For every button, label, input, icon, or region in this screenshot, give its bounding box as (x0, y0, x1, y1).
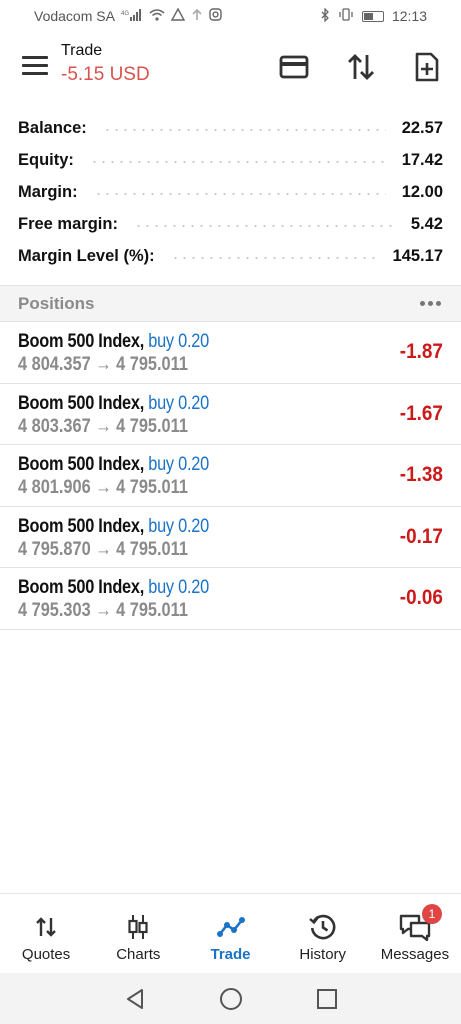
position-prices: 4 801.906 → 4 795.011 (18, 477, 188, 498)
vibrate-icon (338, 8, 354, 24)
messages-badge: 1 (421, 904, 442, 924)
position-prices: 4 795.870 → 4 795.011 (18, 538, 188, 560)
upload-icon (191, 8, 203, 24)
position-profit: -1.87 (399, 340, 443, 363)
home-icon[interactable] (218, 986, 244, 1012)
position-row[interactable]: Boom 500 Index, buy 0.20 4 804.357 → 4 7… (0, 322, 461, 384)
position-row[interactable]: Boom 500 Index, buy 0.20 4 803.367 → 4 7… (0, 384, 461, 445)
position-symbol: Boom 500 Index, (18, 515, 144, 537)
nav-label: History (299, 946, 347, 963)
position-profit: -0.06 (399, 586, 443, 609)
page-title: Trade (61, 42, 103, 59)
position-type: buy 0.20 (148, 454, 209, 475)
dot-leader (102, 129, 386, 131)
position-type: buy 0.20 (148, 331, 209, 352)
position-prices: 4 804.357 → 4 795.011 (18, 354, 188, 375)
summary-row-equity: Equity: 17.42 (0, 144, 461, 176)
app-header: Trade -5.15 USD (0, 32, 461, 106)
nav-charts[interactable]: Charts (92, 894, 184, 973)
position-type: buy 0.20 (148, 392, 209, 414)
nav-quotes[interactable]: Quotes (0, 894, 92, 973)
deposit-card-icon[interactable] (277, 50, 311, 84)
status-bar: Vodacom SA 4G 12:13 (0, 0, 461, 32)
nav-trade[interactable]: Trade (184, 894, 276, 973)
summary-value: 5.42 (402, 214, 443, 234)
summary-label: Equity: (18, 150, 82, 170)
position-profit: -0.17 (399, 524, 443, 548)
new-order-icon[interactable] (410, 50, 444, 84)
total-profit: -5.15 USD (61, 64, 150, 85)
position-profit: -1.38 (399, 463, 443, 486)
system-nav-bar (0, 973, 461, 1024)
clock: 12:13 (391, 8, 427, 24)
signal-icon: 4G (121, 8, 143, 24)
summary-label: Balance: (18, 118, 95, 138)
network-type: 4G (121, 11, 129, 17)
summary-row-free-margin: Free margin: 5.42 (0, 208, 461, 240)
dot-leader (93, 193, 386, 195)
instagram-icon (209, 8, 222, 24)
history-icon (308, 912, 337, 942)
dot-leader (89, 161, 386, 163)
account-summary: Balance: 22.57 Equity: 17.42 Margin: 12.… (0, 112, 461, 272)
quotes-icon (34, 912, 58, 942)
summary-row-margin: Margin: 12.00 (0, 176, 461, 208)
positions-section-header: Positions (0, 285, 461, 322)
summary-row-balance: Balance: 22.57 (0, 112, 461, 144)
position-prices: 4 803.367 → 4 795.011 (18, 415, 188, 437)
summary-row-margin-level: Margin Level (%): 145.17 (0, 240, 461, 272)
bottom-nav: Quotes Charts Trade History Messages 1 (0, 893, 461, 973)
positions-list: Boom 500 Index, buy 0.20 4 804.357 → 4 7… (0, 322, 461, 630)
position-symbol: Boom 500 Index, (18, 454, 144, 475)
notification-icon (170, 7, 186, 24)
wifi-icon (149, 8, 165, 24)
dot-leader (170, 257, 377, 259)
positions-label: Positions (18, 293, 95, 313)
position-row[interactable]: Boom 500 Index, buy 0.20 4 795.870 → 4 7… (0, 507, 461, 568)
carrier-name: Vodacom SA (34, 8, 115, 24)
position-symbol: Boom 500 Index, (18, 577, 144, 598)
back-icon[interactable] (122, 986, 148, 1012)
summary-label: Margin Level (%): (18, 246, 163, 266)
trade-icon (216, 912, 246, 942)
summary-label: Margin: (18, 182, 86, 202)
position-row[interactable]: Boom 500 Index, buy 0.20 4 801.906 → 4 7… (0, 445, 461, 507)
position-type: buy 0.20 (148, 515, 209, 537)
position-prices: 4 795.303 → 4 795.011 (18, 600, 188, 621)
menu-icon[interactable] (22, 56, 48, 78)
nav-messages[interactable]: Messages 1 (369, 894, 461, 973)
summary-label: Free margin: (18, 214, 126, 234)
nav-label: Quotes (21, 946, 71, 963)
nav-history[interactable]: History (277, 894, 369, 973)
more-options-icon[interactable] (418, 295, 443, 312)
position-row[interactable]: Boom 500 Index, buy 0.20 4 795.303 → 4 7… (0, 568, 461, 630)
bluetooth-icon (320, 6, 330, 25)
nav-label: Charts (116, 946, 161, 963)
summary-value: 17.42 (393, 150, 443, 170)
recents-icon[interactable] (314, 986, 340, 1012)
battery-icon (361, 10, 384, 22)
summary-value: 12.00 (393, 182, 443, 202)
sort-icon[interactable] (344, 50, 378, 84)
summary-value: 22.57 (393, 118, 443, 138)
dot-leader (133, 225, 395, 227)
position-symbol: Boom 500 Index, (18, 331, 144, 352)
position-symbol: Boom 500 Index, (18, 392, 144, 414)
title-block: Trade -5.15 USD (61, 42, 150, 86)
summary-value: 145.17 (384, 246, 443, 266)
nav-label: Trade (210, 946, 251, 963)
position-profit: -1.67 (399, 401, 443, 425)
nav-label: Messages (380, 946, 450, 963)
charts-icon (126, 912, 150, 942)
position-type: buy 0.20 (148, 577, 209, 598)
